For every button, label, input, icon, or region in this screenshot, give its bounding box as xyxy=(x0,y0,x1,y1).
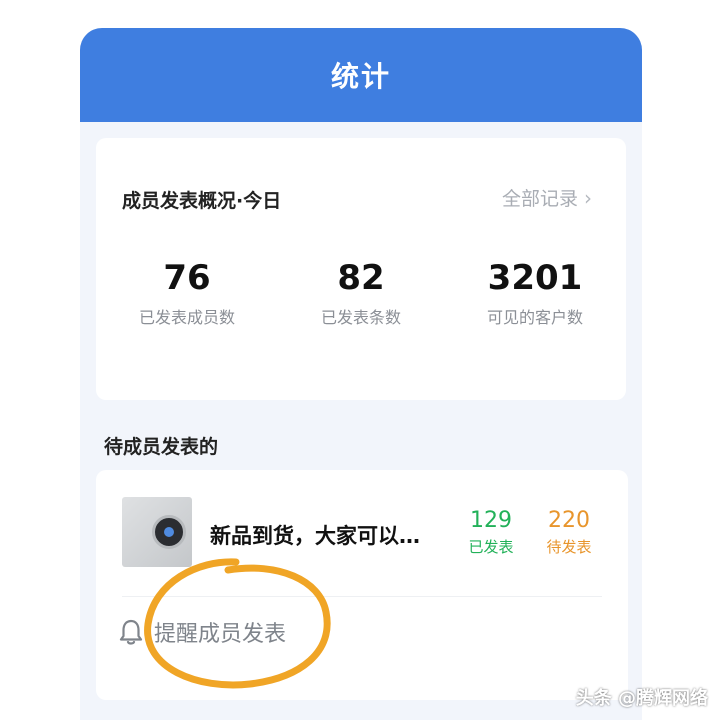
chevron-right-icon: › xyxy=(584,185,592,210)
watermark: 头条 @腾辉网络 xyxy=(575,688,708,709)
stat-label: 已发表条数 xyxy=(320,308,401,327)
pending-count[interactable]: 220 待发表 xyxy=(534,508,604,557)
stat-value: 82 xyxy=(337,258,385,298)
published-count[interactable]: 129 已发表 xyxy=(456,508,526,557)
stat-value: 3201 xyxy=(487,258,583,298)
task-text: 新品到货，大家可以… xyxy=(210,524,420,548)
stat-value: 76 xyxy=(163,258,211,298)
pending-count-value: 220 xyxy=(548,508,590,533)
published-count-label: 已发表 xyxy=(468,538,514,556)
stat-visible-customers: 3201 可见的客户数 xyxy=(450,258,620,328)
published-count-value: 129 xyxy=(470,508,512,533)
stat-published-members: 76 已发表成员数 xyxy=(102,258,272,328)
thermostat-image-icon xyxy=(152,515,186,549)
pending-section-title: 待成员发表的 xyxy=(104,436,219,458)
page-title: 统计 xyxy=(330,60,391,93)
pending-count-label: 待发表 xyxy=(546,538,592,556)
overview-card: 成员发表概况·今日 全部记录 › 76 已发表成员数 82 已发表条数 3201… xyxy=(96,138,626,400)
overview-title: 成员发表概况·今日 xyxy=(122,190,282,212)
all-records-label: 全部记录 xyxy=(501,188,578,210)
page-header: 统计 xyxy=(80,28,642,122)
stat-published-posts: 82 已发表条数 xyxy=(276,258,446,328)
annotation-circle xyxy=(144,558,331,689)
stat-label: 可见的客户数 xyxy=(486,308,583,327)
stat-label: 已发表成员数 xyxy=(138,308,235,327)
all-records-link[interactable]: 全部记录 › xyxy=(502,184,592,211)
